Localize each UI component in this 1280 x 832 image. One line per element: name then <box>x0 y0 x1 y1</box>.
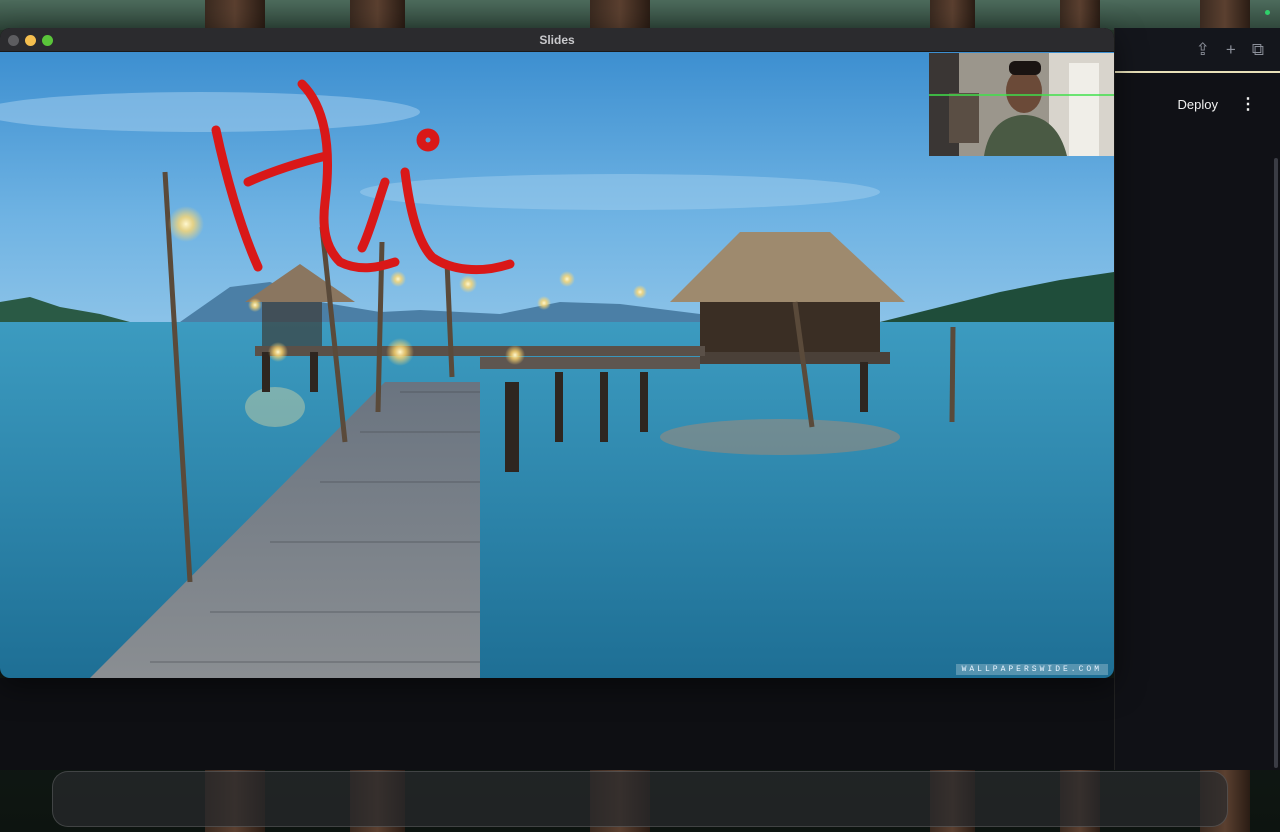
slides-window: Slides ☻✉💬➤✿▶OCT24☰tv▤≋♫⟨⟩A⊕⚙prime video… <box>0 28 1114 678</box>
title-bar[interactable]: Slides <box>0 28 1114 52</box>
dock <box>52 771 1228 827</box>
webcam-overlay[interactable] <box>929 53 1114 156</box>
background-app-window: ⇪ + ⧉ Deploy ⋮ <box>1114 28 1280 770</box>
more-menu-icon[interactable]: ⋮ <box>1240 94 1256 114</box>
copy-icon[interactable]: ⧉ <box>1252 41 1264 58</box>
share-icon[interactable]: ⇪ <box>1196 41 1210 58</box>
webcam-feed <box>929 53 1114 156</box>
plus-icon[interactable]: + <box>1226 41 1236 58</box>
watermark: WALLPAPERSWIDE.COM <box>955 664 1108 675</box>
background-app-lower <box>0 678 1114 770</box>
deploy-button[interactable]: Deploy <box>1178 97 1218 112</box>
background-app-toolbar: ⇪ + ⧉ <box>1115 28 1280 73</box>
window-title: Slides <box>539 33 575 47</box>
scrollbar[interactable] <box>1274 158 1278 768</box>
status-indicator <box>1265 10 1270 15</box>
